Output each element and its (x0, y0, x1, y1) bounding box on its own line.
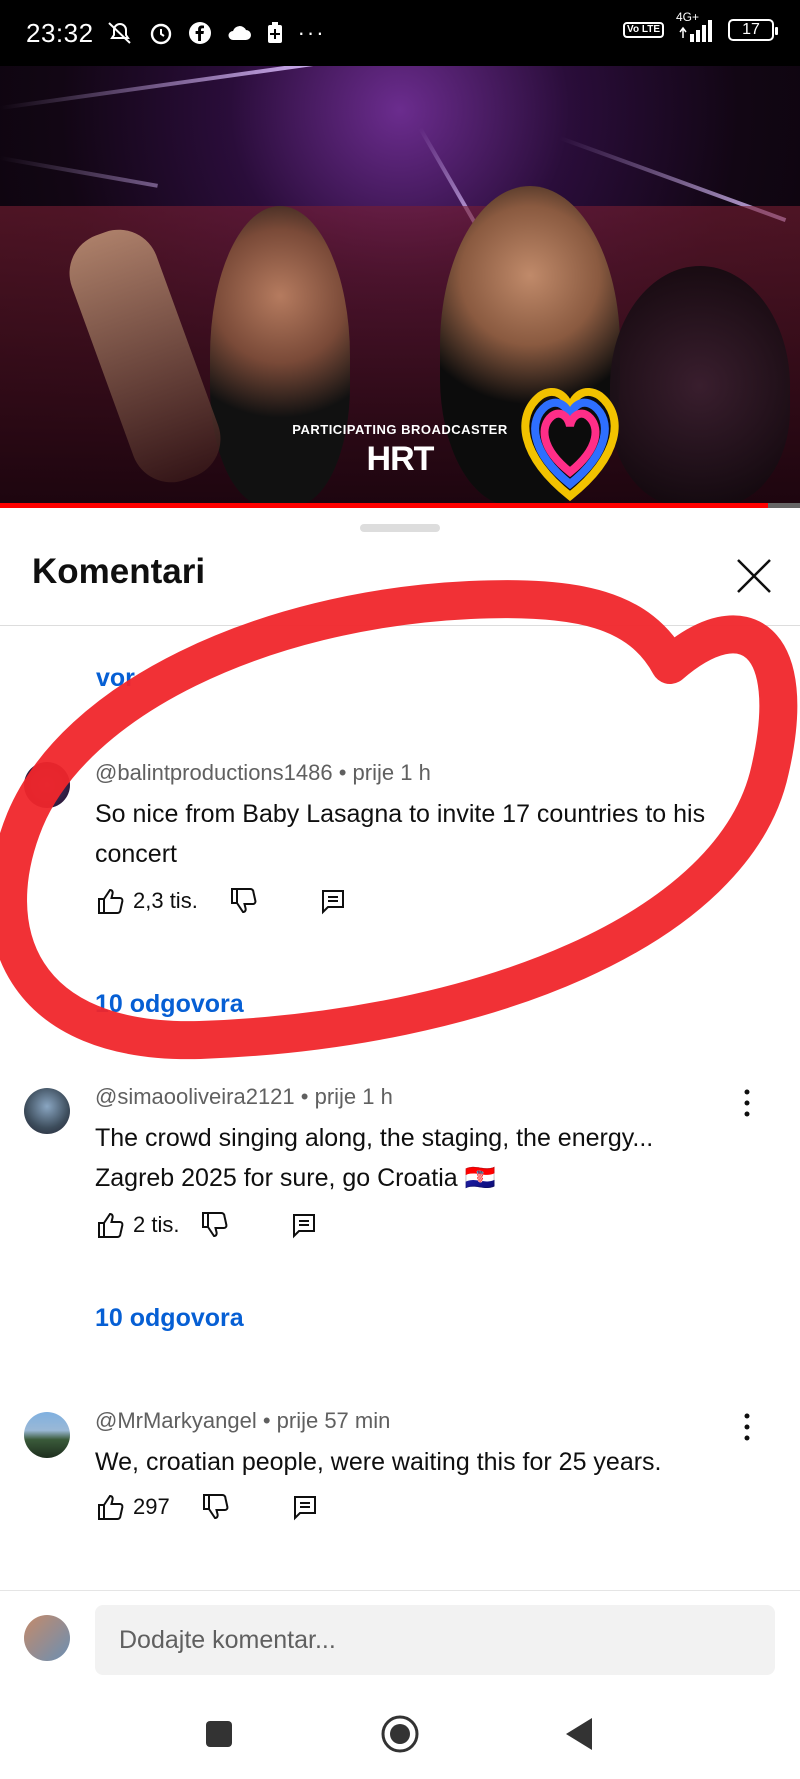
video-progress-bar[interactable] (0, 503, 800, 508)
video-player[interactable]: PARTICIPATING BROADCASTER HRT (0, 66, 800, 506)
facebook-icon (188, 22, 211, 44)
comment-actions: 297 (95, 1492, 320, 1522)
system-nav-bar (0, 1690, 800, 1779)
like-icon[interactable] (95, 1210, 125, 1240)
partial-replies-link[interactable]: vor (96, 664, 135, 693)
comment-time: prije 57 min (276, 1408, 391, 1433)
comment-text: So nice from Baby Lasagna to invite 17 c… (95, 800, 706, 868)
more-options-icon[interactable] (742, 1088, 752, 1118)
clock: 23:32 (26, 17, 94, 48)
reply-icon[interactable] (290, 1492, 320, 1522)
back-icon[interactable] (560, 1714, 600, 1754)
add-comment-field[interactable]: Dodajte komentar... (95, 1605, 775, 1675)
comment-text: We, croatian people, were waiting this f… (95, 1448, 662, 1476)
home-icon[interactable] (380, 1714, 420, 1754)
video-progress-fill (0, 503, 768, 508)
mute-icon (107, 22, 131, 44)
notification-icons: ··· (106, 20, 326, 46)
avatar[interactable] (24, 1088, 70, 1134)
battery-indicator: 17 (728, 19, 778, 41)
more-options-icon[interactable] (742, 1412, 752, 1442)
battery-saver-icon (267, 22, 282, 43)
reply-icon[interactable] (289, 1210, 319, 1240)
comment-input-bar: Dodajte komentar... (0, 1590, 800, 1691)
dislike-icon[interactable] (200, 1492, 230, 1522)
comments-sheet: Komentari vor @balintproductions1486 • p… (0, 510, 800, 1690)
like-count: 297 (133, 1494, 170, 1519)
battery-level: 17 (742, 21, 760, 38)
replies-link[interactable]: 10 odgovora (95, 990, 244, 1019)
broadcaster-caption: PARTICIPATING BROADCASTER (292, 422, 508, 437)
like-count: 2,3 tis. (133, 888, 198, 913)
comment-meta: @balintproductions1486 • prije 1 h (95, 760, 431, 785)
cloud-icon (228, 26, 251, 40)
user-avatar[interactable] (24, 1615, 70, 1661)
volte-badge: Vo LTE (623, 22, 664, 38)
comment-author[interactable]: @MrMarkyangel (95, 1408, 257, 1433)
drag-handle[interactable] (360, 524, 440, 532)
status-bar: 23:32 ··· Vo LTE 4G+ 17 (0, 0, 800, 66)
status-right: Vo LTE 4G+ 17 (623, 10, 778, 42)
close-icon[interactable] (732, 554, 776, 598)
like-count: 2 tis. (133, 1212, 180, 1237)
comments-title: Komentari (32, 552, 206, 591)
avatar[interactable] (24, 762, 70, 808)
dislike-icon[interactable] (199, 1210, 229, 1240)
like-icon[interactable] (95, 886, 125, 916)
network-type: 4G+ (676, 10, 700, 24)
comment-actions: 2 tis. (95, 1210, 319, 1240)
comment-time: prije 1 h (314, 1084, 393, 1109)
more-notifications-icon: ··· (297, 20, 326, 45)
comment-author[interactable]: @balintproductions1486 (95, 760, 333, 785)
alarm-icon (150, 23, 171, 45)
dislike-icon[interactable] (228, 886, 258, 916)
comment-meta: @MrMarkyangel • prije 57 min (95, 1408, 391, 1433)
recents-icon[interactable] (199, 1714, 239, 1754)
signal-indicator: 4G+ (676, 10, 716, 42)
comment-time: prije 1 h (352, 760, 431, 785)
broadcaster-logo: HRT (366, 440, 435, 478)
comment-author[interactable]: @simaooliveira2121 (95, 1084, 295, 1109)
like-icon[interactable] (95, 1492, 125, 1522)
comment-meta: @simaooliveira2121 • prije 1 h (95, 1084, 393, 1109)
replies-link[interactable]: 10 odgovora (95, 1304, 244, 1333)
comment-text: The crowd singing along, the staging, th… (95, 1124, 654, 1192)
reply-icon[interactable] (318, 886, 348, 916)
header-divider (0, 625, 800, 626)
avatar[interactable] (24, 1412, 70, 1458)
comment-actions: 2,3 tis. (95, 886, 348, 916)
